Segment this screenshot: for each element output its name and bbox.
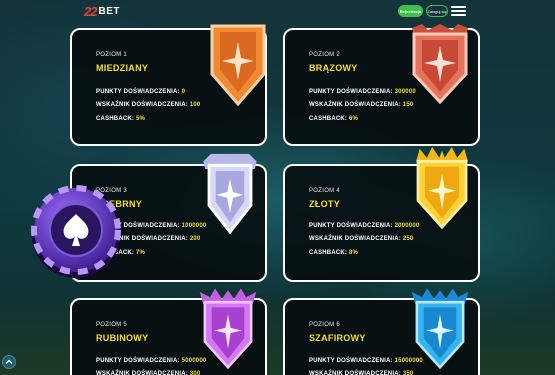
level-name: ZŁOTY — [309, 199, 340, 209]
cashback-value: 8% — [349, 250, 359, 256]
register-button[interactable]: Rejestracja — [398, 5, 423, 17]
scroll-up-button[interactable] — [2, 355, 16, 369]
points-row: PUNKTY DOŚWIADCZENIA: 300000 — [309, 89, 416, 95]
cashback-value: 5% — [136, 116, 146, 122]
cashback-row: CASHBACK: 6% — [309, 116, 359, 122]
level-name: RUBINOWY — [96, 333, 149, 343]
menu-icon[interactable] — [451, 6, 466, 16]
cashback-row: CASHBACK: 5% — [96, 116, 146, 122]
chevron-up-icon — [5, 359, 13, 364]
poker-chip-icon — [31, 185, 121, 278]
rate-value: 100 — [189, 102, 201, 108]
rate-value: 250 — [402, 236, 414, 242]
site-logo[interactable]: 22 BET — [84, 4, 120, 19]
level-name: SZAFIROWY — [309, 333, 366, 343]
points-value: 0 — [181, 89, 186, 95]
level-number: POZIOM 6 — [309, 322, 341, 328]
gold-badge-icon — [416, 147, 468, 229]
login-button[interactable]: Zaloguj się — [426, 5, 448, 17]
level-number: POZIOM 1 — [96, 52, 128, 58]
silver-badge-icon — [203, 153, 257, 234]
cashback-value: 6% — [349, 116, 359, 122]
logo-number: 22 — [84, 4, 98, 19]
sapphire-badge-icon — [411, 288, 469, 370]
rate-row: WSKAŹNIK DOŚWIADCZENIA: 250 — [309, 236, 414, 242]
level-name: BRĄZOWY — [309, 63, 358, 73]
points-row: PUNKTY DOŚWIADCZENIA: 15000000 — [309, 358, 423, 364]
rate-row: WSKAŹNIK DOŚWIADCZENIA: 150 — [309, 102, 414, 108]
points-row: PUNKTY DOŚWIADCZENIA: 5000000 — [96, 358, 207, 364]
bronze-badge-icon — [412, 24, 468, 104]
level-name: MIEDZIANY — [96, 63, 149, 73]
points-row: PUNKTY DOŚWIADCZENIA: 2000000 — [309, 223, 420, 229]
points-row: PUNKTY DOŚWIADCZENIA: 0 — [96, 89, 186, 95]
top-header: 22 BET Rejestracja Zaloguj się — [0, 0, 555, 22]
rate-value: 200 — [189, 236, 201, 242]
rate-row: WSKAŹNIK DOŚWIADCZENIA: 300 — [96, 371, 201, 375]
cashback-value: 7% — [136, 250, 146, 256]
cashback-row: CASHBACK: 8% — [309, 250, 359, 256]
copper-badge-icon — [210, 24, 266, 106]
rate-row: WSKAŹNIK DOŚWIADCZENIA: 350 — [309, 371, 414, 375]
level-number: POZIOM 5 — [96, 322, 128, 328]
level-number: POZIOM 2 — [309, 52, 341, 58]
ruby-badge-icon — [199, 288, 257, 370]
logo-text: BET — [98, 6, 120, 17]
rate-row: WSKAŹNIK DOŚWIADCZENIA: 100 — [96, 102, 201, 108]
level-number: POZIOM 4 — [309, 188, 341, 194]
